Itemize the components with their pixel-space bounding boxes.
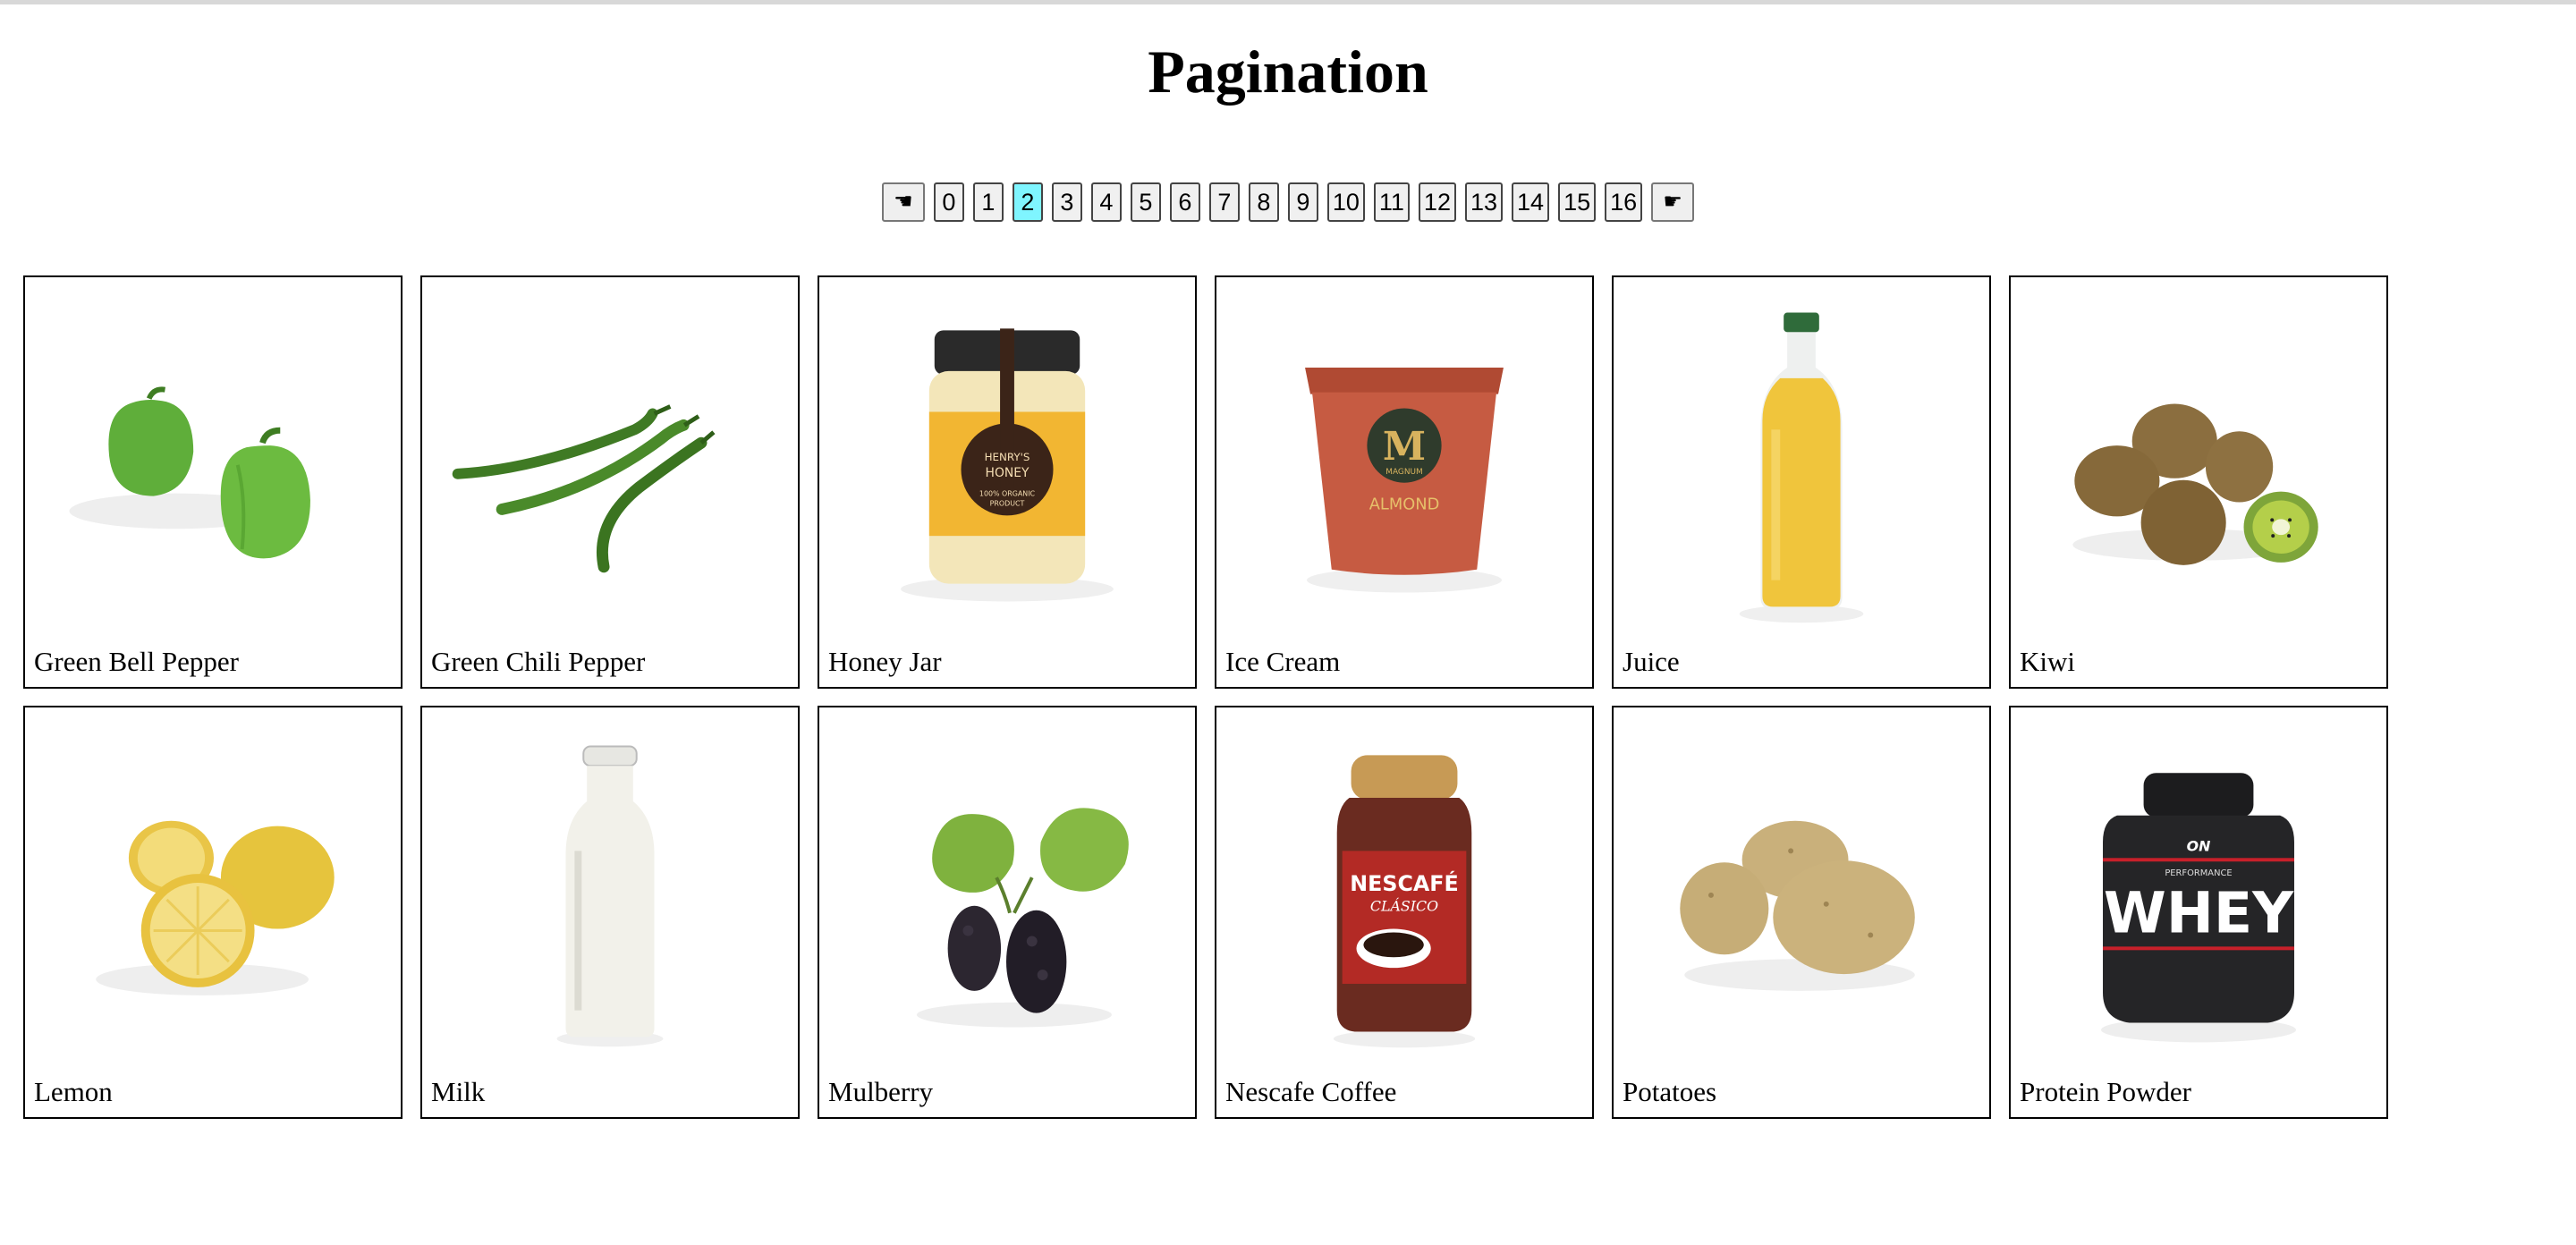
juice-bottle-image [1614,277,1989,635]
product-card[interactable]: ON PERFORMANCE WHEY Protein Powder [2009,706,2388,1119]
svg-text:ALMOND: ALMOND [1369,495,1440,513]
pointing-left-icon: ☚ [894,190,913,214]
page-button-16[interactable]: 16 [1605,182,1643,222]
product-card[interactable]: HENRY'S HONEY 100% ORGANIC PRODUCT Honey… [818,275,1197,689]
svg-text:100% ORGANIC: 100% ORGANIC [979,490,1036,498]
product-name: Green Bell Pepper [34,646,239,677]
page-button-9[interactable]: 9 [1287,182,1318,222]
honey-label-text: HENRY'S [985,451,1030,463]
page-title: Pagination [1148,38,1428,106]
product-card[interactable]: M MAGNUM ALMOND Ice Cream [1215,275,1594,689]
nescafe-coffee-jar-image: NESCAFÉ CLÁSICO [1216,707,1592,1065]
lemon-image [25,707,401,1065]
svg-text:HONEY: HONEY [986,466,1030,480]
svg-text:PRODUCT: PRODUCT [990,499,1025,507]
svg-text:ON: ON [2187,837,2211,854]
product-card[interactable]: Kiwi [2009,275,2388,689]
product-name: Mulberry [828,1076,934,1107]
page-button-11[interactable]: 11 [1373,182,1410,222]
product-card[interactable]: Potatoes [1612,706,1991,1119]
potatoes-image [1614,707,1989,1065]
mulberry-image [819,707,1195,1065]
page-button-7[interactable]: 7 [1208,182,1240,222]
product-name: Kiwi [2020,646,2075,677]
page-button-8[interactable]: 8 [1248,182,1279,222]
product-name: Milk [431,1076,486,1107]
svg-text:WHEY: WHEY [2104,880,2294,946]
svg-text:NESCAFÉ: NESCAFÉ [1350,871,1459,896]
product-name: Potatoes [1623,1076,1717,1107]
product-card[interactable]: NESCAFÉ CLÁSICO Nescafe Coffee [1215,706,1594,1119]
product-name: Green Chili Pepper [431,646,646,677]
product-card[interactable]: Lemon [23,706,402,1119]
green-bell-pepper-image [25,277,401,635]
product-card[interactable]: Milk [420,706,800,1119]
pointing-right-icon: ☛ [1663,190,1682,214]
page-button-10[interactable]: 10 [1326,182,1365,222]
green-chili-pepper-image [422,277,798,635]
product-name: Honey Jar [828,646,942,677]
product-card[interactable]: Green Bell Pepper [23,275,402,689]
product-grid: Green Bell Pepper Green Chili Pepper HEN… [23,275,2388,1119]
product-name: Ice Cream [1225,646,1341,677]
page-button-4[interactable]: 4 [1090,182,1122,222]
page-button-3[interactable]: 3 [1051,182,1082,222]
top-divider [0,0,2576,4]
next-page-button[interactable]: ☛ [1651,182,1695,222]
product-name: Juice [1623,646,1680,677]
pagination: ☚ 0 1 2 3 4 5 6 7 8 9 10 11 12 13 14 15 … [0,182,2576,222]
product-name: Lemon [34,1076,113,1107]
svg-text:MAGNUM: MAGNUM [1385,468,1422,477]
honey-jar-image: HENRY'S HONEY 100% ORGANIC PRODUCT [819,277,1195,635]
product-card[interactable]: Green Chili Pepper [420,275,800,689]
product-card[interactable]: Juice [1612,275,1991,689]
protein-powder-tub-image: ON PERFORMANCE WHEY [2011,707,2386,1065]
page-button-12[interactable]: 12 [1418,182,1456,222]
milk-bottle-image [422,707,798,1065]
page-button-5[interactable]: 5 [1130,182,1161,222]
page-button-1[interactable]: 1 [972,182,1004,222]
svg-text:M: M [1383,424,1426,470]
page-button-2-current[interactable]: 2 [1012,182,1043,222]
page-button-0[interactable]: 0 [933,182,964,222]
kiwi-image [2011,277,2386,635]
page-button-15[interactable]: 15 [1558,182,1597,222]
svg-text:PERFORMANCE: PERFORMANCE [2165,868,2232,878]
page-button-6[interactable]: 6 [1169,182,1200,222]
page-button-13[interactable]: 13 [1464,182,1504,222]
product-name: Protein Powder [2020,1076,2192,1107]
product-name: Nescafe Coffee [1225,1076,1397,1107]
svg-text:CLÁSICO: CLÁSICO [1370,897,1438,915]
ice-cream-image: M MAGNUM ALMOND [1216,277,1592,635]
product-card[interactable]: Mulberry [818,706,1197,1119]
prev-page-button[interactable]: ☚ [881,182,925,222]
page-button-14[interactable]: 14 [1512,182,1550,222]
